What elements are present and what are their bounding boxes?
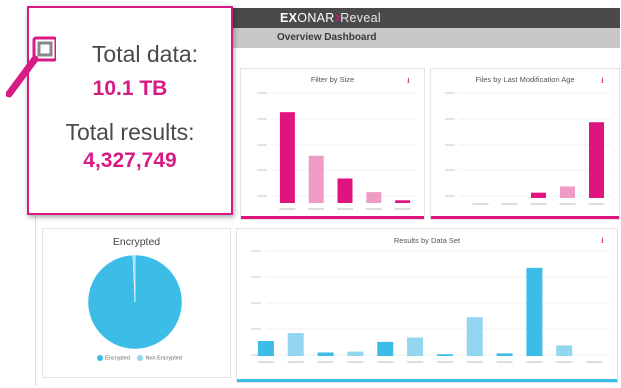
x-tick-label (466, 361, 483, 363)
x-tick-label (279, 208, 296, 210)
x-tick-label (501, 203, 518, 205)
bar (436, 354, 453, 356)
chart-legend: Encrypted Non Encrypted (43, 355, 230, 361)
divider (35, 210, 36, 386)
y-tick-mark (257, 144, 267, 146)
x-tick-label (526, 361, 543, 363)
y-tick-mark (251, 250, 261, 252)
panel-encrypted: Encrypted Encrypted Non Encrypted (42, 228, 231, 378)
panel-accent-bar (431, 216, 619, 219)
y-tick-mark (257, 92, 267, 94)
x-tick-label (556, 361, 573, 363)
total-data-label: Total data: (91, 41, 199, 67)
x-tick-label (496, 361, 513, 363)
panel-accent-bar (241, 216, 424, 219)
app-header-bar: EXONAR>Reveal (232, 8, 620, 28)
bar (366, 192, 382, 203)
bar (337, 178, 353, 203)
legend-label: Encrypted (105, 355, 130, 362)
legend-swatch (137, 355, 144, 361)
page-title: Overview Dashboard (277, 32, 377, 43)
filter-by-size-chart (257, 92, 416, 210)
x-tick-label (365, 208, 382, 210)
x-tick-label (377, 361, 394, 363)
bar (395, 200, 411, 203)
bar (287, 333, 304, 356)
y-tick-mark (251, 328, 261, 330)
bar (407, 337, 424, 356)
bar (466, 317, 483, 356)
x-tick-label (317, 361, 334, 363)
x-tick-label (337, 208, 353, 210)
total-results-value: 4,327,749 (83, 149, 177, 172)
y-tick-mark (257, 195, 267, 197)
legend-label: Non Encrypted (145, 355, 182, 362)
bar (317, 352, 334, 356)
brand-logo: EXONAR>Reveal (280, 11, 381, 25)
y-tick-mark (251, 276, 261, 278)
x-tick-label (257, 361, 274, 363)
bar (531, 192, 546, 198)
panel-accent-bar (237, 379, 617, 382)
panel-results-by-data-set: Results by Data Set ⭳ (236, 228, 618, 383)
magnifier-icon (6, 36, 56, 98)
y-tick-mark (257, 169, 267, 171)
x-tick-label (394, 208, 411, 210)
total-results-label: Total results: (65, 119, 195, 145)
x-tick-label (287, 361, 304, 363)
brand-chevron: > (334, 11, 341, 25)
x-tick-label (586, 361, 603, 363)
bar (377, 341, 394, 356)
x-tick-label (588, 203, 605, 205)
x-tick-label (530, 203, 547, 205)
y-tick-mark (445, 118, 455, 120)
y-tick-mark (445, 92, 455, 94)
bar (308, 155, 324, 203)
y-tick-mark (257, 118, 267, 120)
y-tick-mark (445, 144, 455, 146)
x-tick-label (559, 203, 576, 205)
x-tick-label (436, 361, 453, 363)
x-tick-label (407, 361, 424, 363)
x-tick-label (472, 203, 489, 205)
bar (589, 122, 604, 198)
legend-swatch (97, 355, 104, 361)
bar (560, 186, 575, 198)
bar (347, 351, 364, 356)
page-title-bar: Overview Dashboard (232, 28, 620, 48)
bar (556, 345, 573, 356)
y-tick-mark (251, 302, 261, 304)
x-tick-label (308, 208, 325, 210)
panel-files-by-age: Files by Last Modification Age ⭳ (430, 68, 620, 220)
bar (257, 341, 274, 356)
results-by-data-set-chart (251, 250, 609, 363)
summary-callout: Total data: 10.1 TB Total results: 4,327… (27, 6, 233, 215)
y-tick-mark (445, 195, 455, 197)
y-tick-mark (445, 169, 455, 171)
x-tick-label (347, 361, 364, 363)
files-by-age-chart (445, 92, 611, 205)
panel-filter-by-size: Filter by Size ⭳ (240, 68, 425, 220)
total-data-value: 10.1 TB (92, 77, 168, 100)
bar (526, 267, 543, 356)
bar (279, 112, 295, 203)
bar (496, 353, 513, 356)
